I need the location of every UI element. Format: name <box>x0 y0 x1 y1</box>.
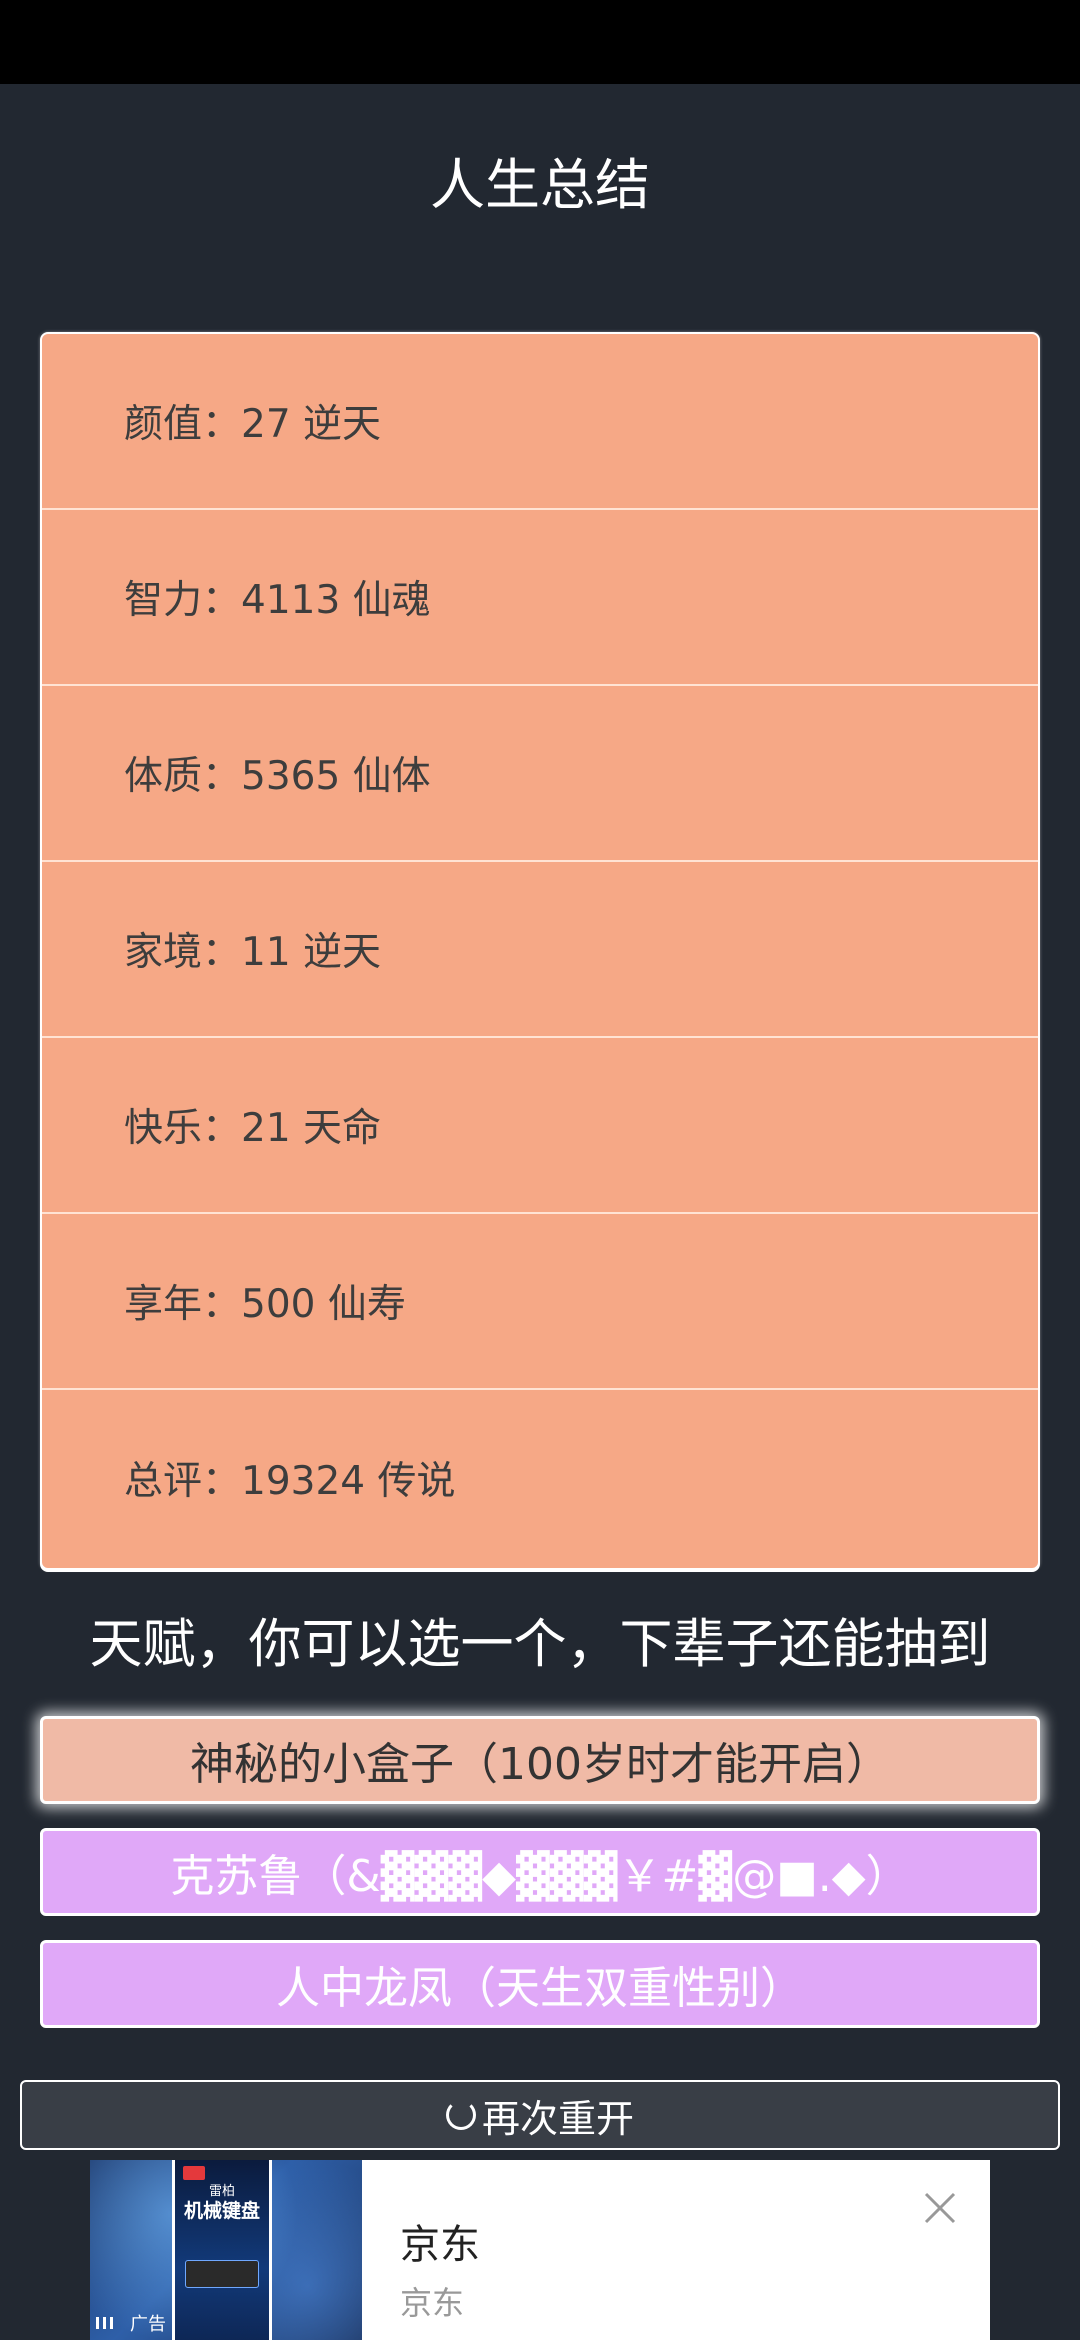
refresh-icon <box>445 2100 476 2130</box>
stat-row-happiness: 快乐：21 天命 <box>42 1038 1038 1214</box>
restart-button[interactable]: 再次重开 <box>20 2080 1060 2150</box>
stat-row-family: 家境：11 逆天 <box>42 862 1038 1038</box>
stat-row-lifespan: 享年：500 仙寿 <box>42 1214 1038 1390</box>
stat-row-overall: 总评：19324 传说 <box>124 1459 456 1504</box>
status-bar <box>0 0 1080 84</box>
talent-option-mystery-box[interactable]: 神秘的小盒子（100岁时才能开启） <box>40 1716 1040 1804</box>
ad-poster-title: 机械键盘 <box>183 2200 260 2222</box>
talent-prompt: 天赋，你可以选一个，下辈子还能抽到 <box>89 1614 991 1675</box>
restart-label: 再次重开 <box>481 2096 634 2141</box>
ad-image[interactable]: 雷柏 机械键盘 广告 <box>90 2160 362 2340</box>
keyboard-image <box>185 2260 259 2288</box>
stat-row-constitution: 体质：5365 仙体 <box>42 686 1038 862</box>
close-icon[interactable] <box>920 2188 960 2228</box>
talent-option-cthulhu[interactable]: 克苏鲁（&▓▓▓◆▓▓▓￥#▓@■.◆） <box>40 1828 1040 1916</box>
ad-badge-label: 广告 <box>130 2314 166 2335</box>
ad-subtitle: 京东 <box>400 2284 465 2322</box>
stat-row-intelligence: 智力：4113 仙魂 <box>42 510 1038 686</box>
page-title: 人生总结 <box>429 153 650 217</box>
ad-poster: 雷柏 机械键盘 <box>172 2160 272 2340</box>
ad-banner[interactable]: 雷柏 机械键盘 广告 京东 京东 <box>90 2160 990 2340</box>
summary-panel: 颜值：27 逆天 智力：4113 仙魂 体质：5365 仙体 家境：11 逆天 … <box>40 332 1040 1570</box>
stat-row-appearance: 颜值：27 逆天 <box>42 334 1038 510</box>
app-screen: 人生总结 颜值：27 逆天 智力：4113 仙魂 体质：5365 仙体 家境：1… <box>0 0 1080 2340</box>
ad-logo-icon <box>96 2317 126 2329</box>
ad-badge: 广告 <box>96 2310 166 2336</box>
talent-option-dual-gender[interactable]: 人中龙凤（天生双重性别） <box>40 1940 1040 2028</box>
brand-tag-icon <box>183 2166 205 2180</box>
ad-title[interactable]: 京东 <box>400 2212 480 2270</box>
